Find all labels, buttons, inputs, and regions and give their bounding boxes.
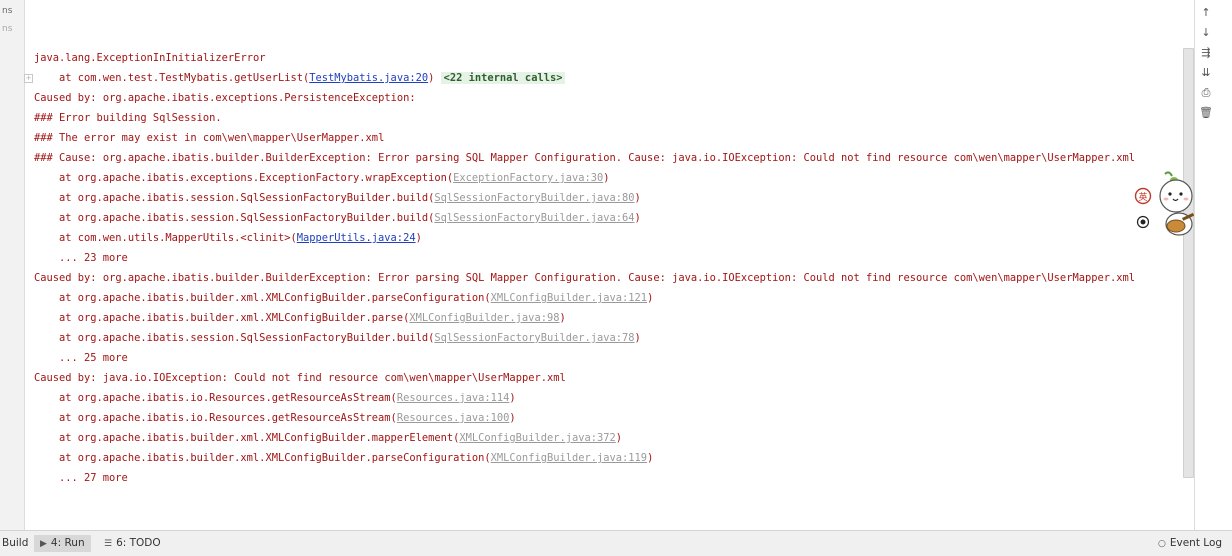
gutter-label: ns bbox=[2, 6, 13, 16]
bottom-status-bar: Build ▶ 4: Run ☰ 6: TODO ○ Event Log bbox=[0, 530, 1232, 556]
frame-text: at org.apache.ibatis.session.SqlSessionF… bbox=[59, 192, 435, 204]
internal-calls-badge[interactable]: <22 internal calls> bbox=[440, 72, 566, 84]
frame-text: at com.wen.test.TestMybatis.getUserList( bbox=[59, 72, 310, 84]
build-tool-tab[interactable]: Build bbox=[2, 535, 28, 552]
frame-text: at com.wen.utils.MapperUtils.<clinit>( bbox=[59, 232, 297, 244]
stack-frame-line: at org.apache.ibatis.session.SqlSessionF… bbox=[34, 328, 1135, 348]
source-file-link[interactable]: ExceptionFactory.java:30 bbox=[453, 172, 603, 184]
mascot-badge-text: 英 bbox=[1138, 191, 1147, 203]
source-file-link[interactable]: SqlSessionFactoryBuilder.java:80 bbox=[434, 192, 634, 204]
stack-frame-line: + at com.wen.test.TestMybatis.getUserList… bbox=[24, 68, 1135, 88]
error-text: ### The error may exist in com\wen\mappe… bbox=[34, 132, 385, 144]
frame-text: ... 27 more bbox=[59, 472, 128, 484]
source-file-link[interactable]: MapperUtils.java:24 bbox=[297, 232, 416, 244]
stack-frame-line: at org.apache.ibatis.exceptions.Exceptio… bbox=[34, 168, 1135, 188]
stack-frame-line: at com.wen.utils.MapperUtils.<clinit>(Ma… bbox=[34, 228, 1135, 248]
stack-frame-line: at org.apache.ibatis.builder.xml.XMLConf… bbox=[34, 428, 1135, 448]
frame-suffix: ) bbox=[603, 172, 610, 184]
frame-suffix: ) bbox=[509, 392, 516, 404]
todo-tool-tab[interactable]: ☰ 6: TODO bbox=[104, 535, 161, 552]
error-text: Caused by: org.apache.ibatis.exceptions.… bbox=[34, 92, 422, 104]
frame-text: at org.apache.ibatis.io.Resources.getRes… bbox=[59, 412, 397, 424]
error-line: ### Cause: org.apache.ibatis.builder.Bui… bbox=[34, 148, 1135, 168]
mascot-icon: 英 bbox=[1134, 171, 1195, 236]
run-console-output[interactable]: java.lang.ExceptionInInitializerError + at… bbox=[24, 0, 1183, 530]
stack-frame-line: at org.apache.ibatis.builder.xml.XMLConf… bbox=[34, 308, 1135, 328]
frame-text: at org.apache.ibatis.exceptions.Exceptio… bbox=[59, 172, 454, 184]
frame-suffix: ) bbox=[559, 312, 566, 324]
arrow-down-icon[interactable]: ↓ bbox=[1199, 26, 1213, 40]
run-icon: ▶ bbox=[40, 539, 47, 549]
error-line: Caused by: java.io.IOException: Could no… bbox=[34, 368, 1135, 388]
stack-frame-line: at org.apache.ibatis.io.Resources.getRes… bbox=[34, 388, 1135, 408]
frame-text: at org.apache.ibatis.builder.xml.XMLConf… bbox=[59, 452, 491, 464]
event-log-icon: ○ bbox=[1158, 539, 1166, 549]
frame-suffix: ) bbox=[509, 412, 516, 424]
frame-text: at org.apache.ibatis.session.SqlSessionF… bbox=[59, 332, 435, 344]
scroll-to-end-icon[interactable]: ⇊ bbox=[1199, 66, 1213, 80]
left-tool-gutter: ns ns bbox=[0, 0, 25, 530]
error-text: Caused by: java.io.IOException: Could no… bbox=[34, 372, 566, 384]
source-file-link[interactable]: TestMybatis.java:20 bbox=[309, 72, 428, 84]
source-file-link[interactable]: XMLConfigBuilder.java:119 bbox=[491, 452, 647, 464]
source-file-link[interactable]: XMLConfigBuilder.java:98 bbox=[409, 312, 559, 324]
error-line: Caused by: org.apache.ibatis.exceptions.… bbox=[34, 88, 1135, 108]
error-text: ### Error building SqlSession. bbox=[34, 112, 222, 124]
frame-suffix: ) bbox=[415, 232, 422, 244]
frame-text: at org.apache.ibatis.session.SqlSessionF… bbox=[59, 212, 435, 224]
stack-frame-line: at org.apache.ibatis.session.SqlSessionF… bbox=[34, 188, 1135, 208]
stack-frame-line: ... 25 more bbox=[34, 348, 1135, 368]
console-side-toolbar: ↑ ↓ ⇶ ⇊ ⎙ 🗑 bbox=[1194, 0, 1232, 530]
frame-suffix: ) bbox=[634, 332, 641, 344]
frame-text: ... 23 more bbox=[59, 252, 128, 264]
frame-suffix: ) bbox=[634, 212, 641, 224]
list-icon: ☰ bbox=[104, 539, 113, 549]
stack-frame-line: ... 27 more bbox=[34, 468, 1135, 488]
error-text: ### Cause: org.apache.ibatis.builder.Bui… bbox=[34, 152, 1136, 164]
frame-suffix: ) bbox=[647, 292, 654, 304]
fold-expand-icon[interactable]: + bbox=[24, 74, 33, 83]
frame-suffix: ) bbox=[634, 192, 641, 204]
soft-wrap-icon[interactable]: ⇶ bbox=[1199, 46, 1213, 60]
print-icon[interactable]: ⎙ bbox=[1199, 86, 1213, 100]
floating-mascot-widget[interactable]: 英 bbox=[1132, 170, 1195, 240]
gutter-label: ns bbox=[2, 24, 13, 34]
frame-text: ... 25 more bbox=[59, 352, 128, 364]
frame-text: at org.apache.ibatis.builder.xml.XMLConf… bbox=[59, 292, 491, 304]
source-file-link[interactable]: SqlSessionFactoryBuilder.java:78 bbox=[434, 332, 634, 344]
stack-frame-line: ... 23 more bbox=[34, 248, 1135, 268]
frame-suffix: ) bbox=[615, 432, 623, 444]
arrow-up-icon[interactable]: ↑ bbox=[1199, 6, 1213, 20]
stack-frame-line: at org.apache.ibatis.builder.xml.XMLConf… bbox=[34, 448, 1135, 468]
source-file-link[interactable]: Resources.java:100 bbox=[397, 412, 510, 424]
stack-frame-line: at org.apache.ibatis.session.SqlSessionF… bbox=[34, 208, 1135, 228]
run-tab-label: 4: Run bbox=[50, 537, 85, 549]
error-text: java.lang.ExceptionInInitializerError bbox=[34, 52, 266, 64]
frame-suffix: ) bbox=[428, 72, 441, 84]
frame-text: at org.apache.ibatis.builder.xml.XMLConf… bbox=[59, 432, 460, 444]
source-file-link[interactable]: XMLConfigBuilder.java:372 bbox=[459, 432, 615, 444]
error-line: ### Error building SqlSession. bbox=[34, 108, 1135, 128]
todo-tab-label: 6: TODO bbox=[116, 537, 161, 549]
trash-icon[interactable]: 🗑 bbox=[1199, 106, 1213, 120]
frame-text: at org.apache.ibatis.builder.xml.XMLConf… bbox=[59, 312, 410, 324]
source-file-link[interactable]: XMLConfigBuilder.java:121 bbox=[491, 292, 647, 304]
run-tool-tab[interactable]: ▶ 4: Run bbox=[34, 535, 91, 552]
event-log-tab[interactable]: ○ Event Log bbox=[1158, 535, 1222, 552]
error-line: Caused by: org.apache.ibatis.builder.Bui… bbox=[34, 268, 1135, 288]
stack-frame-line: at org.apache.ibatis.io.Resources.getRes… bbox=[34, 408, 1135, 428]
error-line: ### The error may exist in com\wen\mappe… bbox=[34, 128, 1135, 148]
error-text: Caused by: org.apache.ibatis.builder.Bui… bbox=[34, 272, 1136, 284]
console-vertical-scrollbar[interactable] bbox=[1183, 48, 1194, 478]
source-file-link[interactable]: SqlSessionFactoryBuilder.java:64 bbox=[434, 212, 634, 224]
event-log-label: Event Log bbox=[1169, 537, 1223, 549]
stack-frame-line: at org.apache.ibatis.builder.xml.XMLConf… bbox=[34, 288, 1135, 308]
error-line: java.lang.ExceptionInInitializerError bbox=[34, 48, 1135, 68]
console-lines: java.lang.ExceptionInInitializerError + at… bbox=[24, 48, 1135, 488]
source-file-link[interactable]: Resources.java:114 bbox=[397, 392, 510, 404]
frame-suffix: ) bbox=[647, 452, 654, 464]
frame-text: at org.apache.ibatis.io.Resources.getRes… bbox=[59, 392, 397, 404]
